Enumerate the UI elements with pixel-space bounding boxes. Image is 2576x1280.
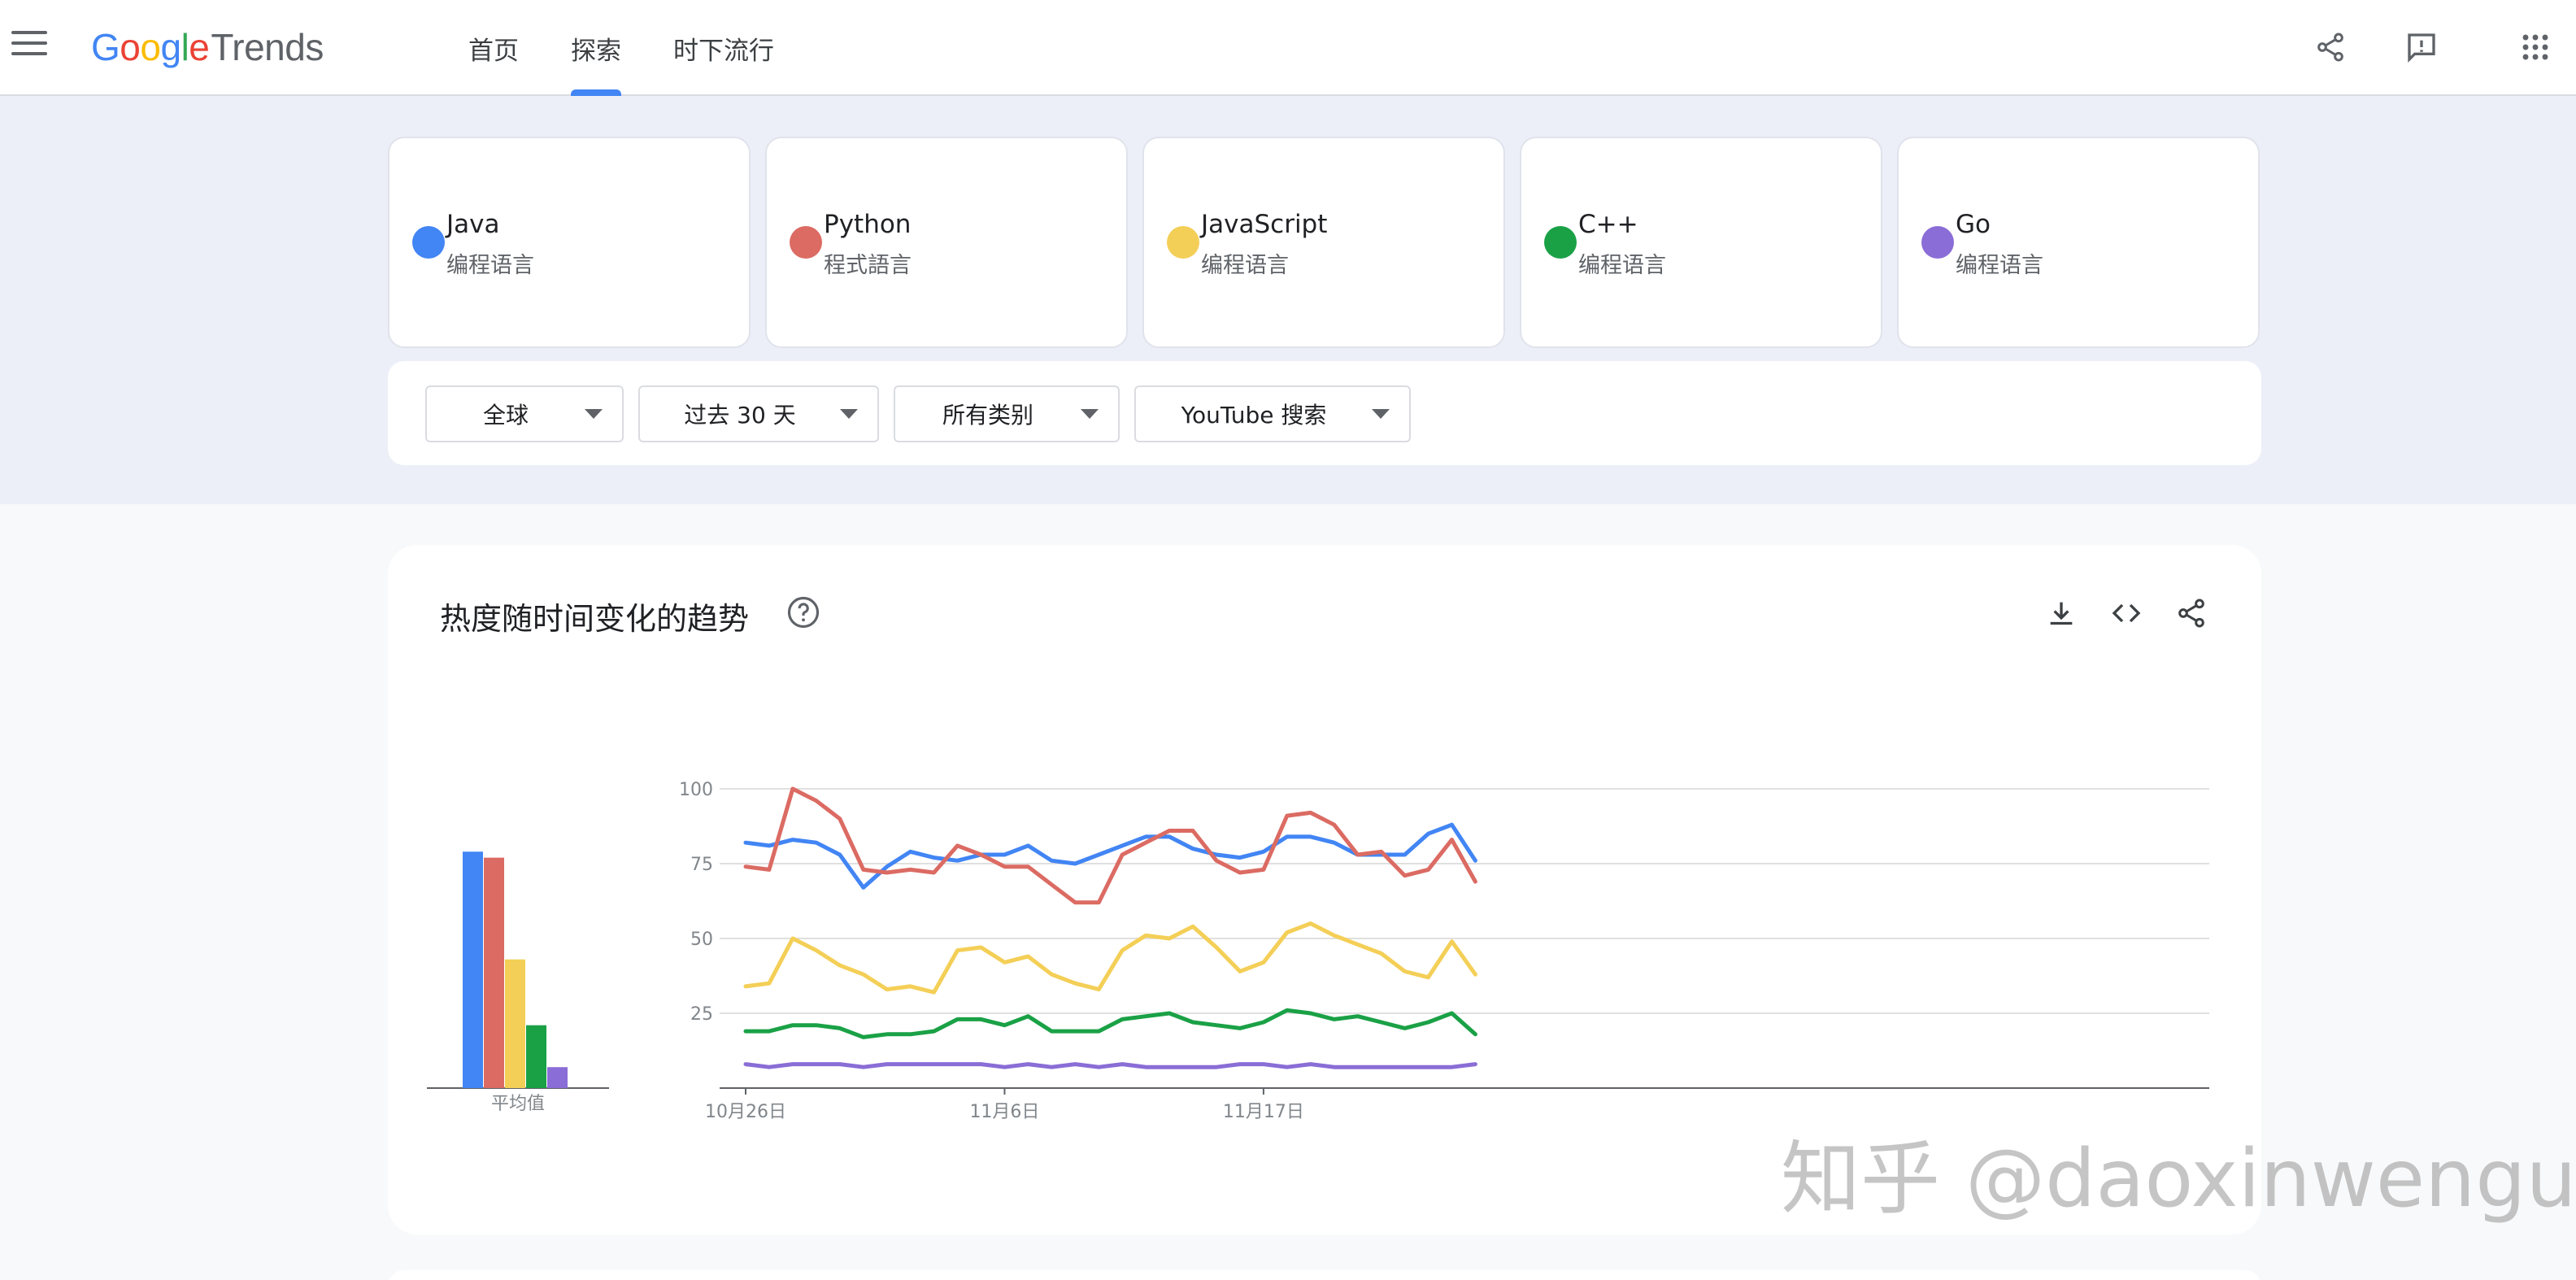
term-category: 编程语言 [1578,253,1666,278]
top-header: GoogleTrends 首页 探索 时下流行 [0,0,2576,96]
series-line-c- [743,1008,1477,1039]
average-bar [463,851,483,1088]
region-dropdown-label: 全球 [482,402,529,429]
nav-tab-explore[interactable]: 探索 [558,0,634,96]
term-color-dot [1167,226,1199,259]
term-name: Java [446,210,500,239]
term-color-dot [412,226,445,259]
term-name: Python [824,210,912,239]
category-label: 所有类别 [942,402,1033,429]
term-name: Go [1956,210,1991,239]
term-category: 程式語言 [824,253,912,278]
nav-tab-home[interactable]: 首页 [455,0,532,96]
category-dropdown[interactable]: 所有类别 [894,385,1120,442]
filter-bar: 全球 过去 30 天 所有类别 YouTube 搜索 [388,361,2261,465]
apps-grid-icon[interactable] [2511,23,2560,72]
average-bar [526,1025,546,1088]
series-line-javascript [743,921,1477,995]
dropdown-caret-icon [1081,409,1099,419]
next-card [388,1270,2261,1280]
series-line-go [743,1062,1477,1069]
term-card-javascript[interactable]: JavaScript 编程语言 [1142,137,1505,348]
nav-tab-trending[interactable]: 时下流行 [660,0,787,96]
term-category: 编程语言 [1201,253,1289,278]
logo-google-text: Google [91,26,210,68]
watermark-text: 知乎 @daoxinwengu [1781,1133,2576,1226]
y-tick-label: 100 [679,780,713,800]
average-bar [505,959,525,1088]
search-source-label: YouTube 搜索 [1181,402,1327,429]
average-bar [484,857,504,1088]
term-card-python[interactable]: Python 程式語言 [765,137,1128,348]
hamburger-menu-icon[interactable] [11,31,47,60]
feedback-icon[interactable] [2397,23,2446,72]
x-tick-label: 11月6日 [969,1102,1039,1122]
share-icon[interactable] [2306,23,2355,72]
region-dropdown[interactable]: 全球 [425,385,624,442]
series-line-python [743,786,1477,905]
average-bar [547,1067,568,1088]
term-category: 编程语言 [1956,253,2043,278]
term-category: 编程语言 [446,253,534,278]
term-card-java[interactable]: Java 编程语言 [388,137,751,348]
term-color-dot [1921,226,1954,259]
dropdown-caret-icon [585,409,603,419]
term-name: JavaScript [1201,210,1328,239]
term-color-dot [1544,226,1577,259]
x-tick-label: 10月26日 [705,1102,786,1122]
search-source-dropdown[interactable]: YouTube 搜索 [1134,385,1411,442]
term-card-go[interactable]: Go 编程语言 [1897,137,2260,348]
dropdown-caret-icon [1372,409,1390,419]
term-name: C++ [1578,210,1638,239]
y-tick-label: 50 [690,930,713,950]
term-card-cpp[interactable]: C++ 编程语言 [1520,137,1882,348]
main-nav: 首页 探索 时下流行 [455,0,813,96]
dropdown-caret-icon [840,409,858,419]
time-range-dropdown[interactable]: 过去 30 天 [638,385,879,442]
google-trends-logo[interactable]: GoogleTrends [91,23,324,72]
average-label: 平均值 [491,1094,545,1114]
x-tick-label: 11月17日 [1223,1102,1304,1122]
explore-panel: Java 编程语言 Python 程式語言 JavaScript 编程语言 C+… [0,96,2576,504]
y-tick-label: 75 [690,855,713,875]
time-range-label: 过去 30 天 [684,402,796,429]
term-color-dot [790,226,822,259]
search-terms: Java 编程语言 Python 程式語言 JavaScript 编程语言 C+… [388,137,2261,348]
y-tick-label: 25 [690,1004,713,1025]
